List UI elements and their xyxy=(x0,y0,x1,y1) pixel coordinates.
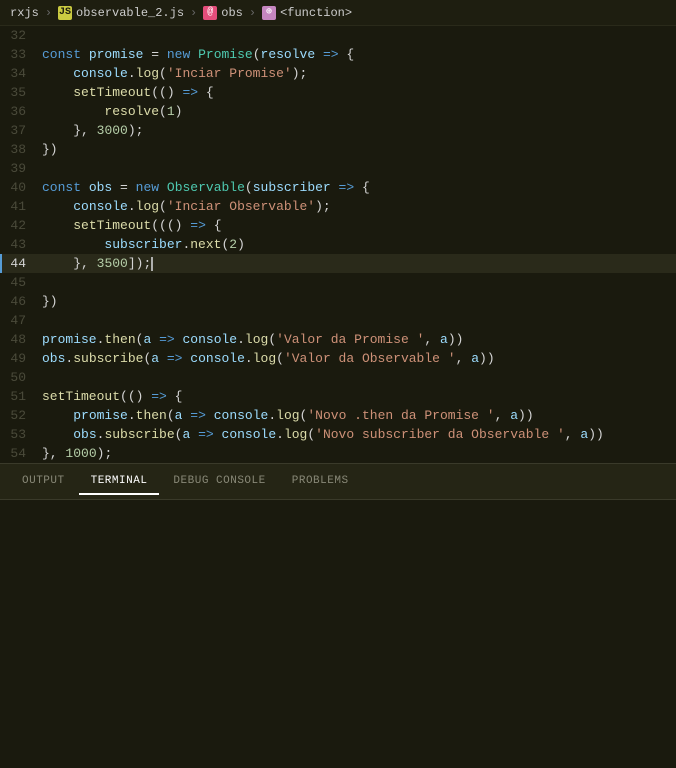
code-line-33: 33 const promise = new Promise(resolve =… xyxy=(0,45,676,64)
code-line-39: 39 xyxy=(0,159,676,178)
breadcrumb-function: <function> xyxy=(280,6,352,20)
fn-icon: ⊕ xyxy=(262,6,276,20)
code-line-42: 42 setTimeout((() => { xyxy=(0,216,676,235)
code-line-46: 46 }) xyxy=(0,292,676,311)
code-line-45: 45 xyxy=(0,273,676,292)
code-line-53: 53 obs.subscribe(a => console.log('Novo … xyxy=(0,425,676,444)
breadcrumb-rxjs: rxjs xyxy=(10,6,39,20)
code-line-41: 41 console.log('Inciar Observable'); xyxy=(0,197,676,216)
code-line-49: 49 obs.subscribe(a => console.log('Valor… xyxy=(0,349,676,368)
panel-tabs: OUTPUT TERMINAL DEBUG CONSOLE PROBLEMS xyxy=(0,464,676,500)
code-line-36: 36 resolve(1) xyxy=(0,102,676,121)
js-file-icon: JS xyxy=(58,6,72,20)
obs-icon: @ xyxy=(203,6,217,20)
code-line-32: 32 xyxy=(0,26,676,45)
code-line-47: 47 xyxy=(0,311,676,330)
tab-problems[interactable]: PROBLEMS xyxy=(280,469,361,495)
breadcrumb-filename: observable_2.js xyxy=(76,6,184,20)
code-line-48: 48 promise.then(a => console.log('Valor … xyxy=(0,330,676,349)
code-line-44: 44 }, 3500]); xyxy=(0,254,676,273)
code-line-40: 40 const obs = new Observable(subscriber… xyxy=(0,178,676,197)
code-line-34: 34 console.log('Inciar Promise'); xyxy=(0,64,676,83)
code-line-50: 50 xyxy=(0,368,676,387)
terminal-content[interactable] xyxy=(0,500,676,700)
tab-debug-console[interactable]: DEBUG CONSOLE xyxy=(161,469,277,495)
code-line-43: 43 subscriber.next(2) xyxy=(0,235,676,254)
breadcrumb-obs: obs xyxy=(221,6,243,20)
tab-terminal[interactable]: TERMINAL xyxy=(79,469,160,495)
editor-area: 32 33 const promise = new Promise(resolv… xyxy=(0,26,676,732)
bottom-panel: OUTPUT TERMINAL DEBUG CONSOLE PROBLEMS xyxy=(0,463,676,699)
code-line-35: 35 setTimeout(() => { xyxy=(0,83,676,102)
code-editor[interactable]: 32 33 const promise = new Promise(resolv… xyxy=(0,26,676,463)
tab-output[interactable]: OUTPUT xyxy=(10,469,77,495)
breadcrumb: rxjs › JS observable_2.js › @ obs › ⊕ <f… xyxy=(0,0,676,26)
code-line-54: 54 }, 1000); xyxy=(0,444,676,463)
code-line-51: 51 setTimeout(() => { xyxy=(0,387,676,406)
code-line-52: 52 promise.then(a => console.log('Novo .… xyxy=(0,406,676,425)
code-line-38: 38 }) xyxy=(0,140,676,159)
code-line-37: 37 }, 3000); xyxy=(0,121,676,140)
